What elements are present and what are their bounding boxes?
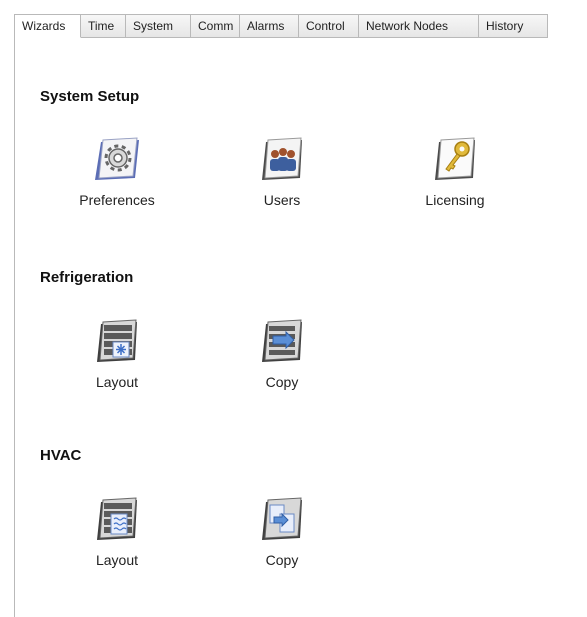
hvac-layout-label: Layout [95, 552, 139, 568]
tab-comm[interactable]: Comm [191, 14, 240, 38]
licensing-label: Licensing [425, 192, 485, 208]
refrigeration-layout-icon [97, 319, 137, 362]
refrigeration-layout-label: Layout [95, 374, 139, 390]
refrigeration-copy-icon [262, 319, 302, 362]
users-label: Users [263, 192, 301, 208]
preferences-label: Preferences [79, 192, 155, 208]
hvac-copy-label: Copy [265, 552, 299, 568]
refrigeration-copy-wizard-button[interactable]: Copy [217, 316, 347, 390]
tab-control[interactable]: Control [299, 14, 359, 38]
tab-network-nodes[interactable]: Network Nodes [359, 14, 479, 38]
tab-history[interactable]: History [479, 14, 548, 38]
hvac-layout-wizard-button[interactable]: Layout [52, 494, 182, 568]
licensing-wizard-button[interactable]: Licensing [390, 134, 520, 208]
users-icon [262, 137, 302, 180]
hvac-layout-icon [97, 497, 137, 540]
preferences-wizard-button[interactable]: Preferences [52, 134, 182, 208]
refrigeration-layout-wizard-button[interactable]: Layout [52, 316, 182, 390]
hvac-copy-icon [262, 497, 302, 540]
tab-time[interactable]: Time [81, 14, 126, 38]
gear-icon [95, 137, 139, 180]
tab-bar: Wizards Time System Comm Alarms Control … [14, 14, 548, 38]
key-icon [435, 137, 475, 180]
tab-system[interactable]: System [126, 14, 191, 38]
tab-wizards[interactable]: Wizards [15, 14, 81, 38]
tab-alarms[interactable]: Alarms [240, 14, 299, 38]
hvac-copy-wizard-button[interactable]: Copy [217, 494, 347, 568]
users-wizard-button[interactable]: Users [217, 134, 347, 208]
content-panel-border [14, 38, 15, 617]
refrigeration-copy-label: Copy [265, 374, 299, 390]
section-title-hvac: HVAC [40, 447, 82, 464]
section-title-refrigeration: Refrigeration [40, 269, 134, 286]
section-title-system-setup: System Setup [40, 88, 140, 105]
